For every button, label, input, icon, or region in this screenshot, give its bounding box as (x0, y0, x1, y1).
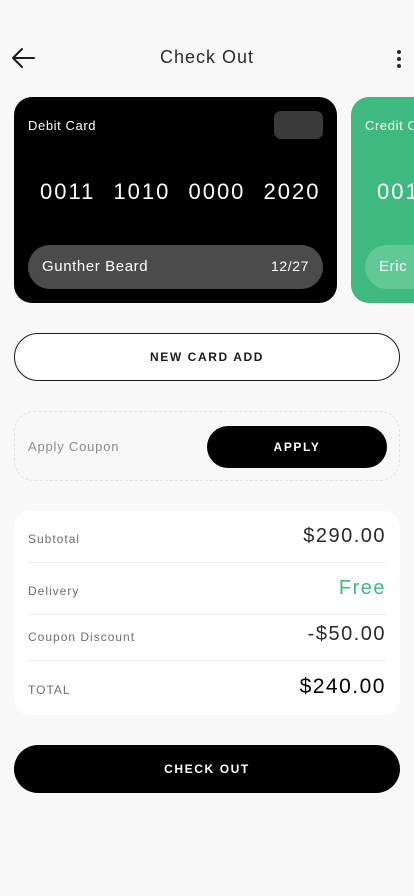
coupon-discount-value: -$50.00 (307, 623, 386, 645)
coupon-input[interactable] (28, 436, 198, 456)
card-number: 0011 1010 0000 2020 (40, 179, 321, 204)
divider (28, 660, 386, 661)
coupon-discount-row: Coupon Discount -$50.00 (28, 623, 386, 650)
delivery-label: Delivery (28, 584, 80, 598)
coupon-discount-label: Coupon Discount (28, 630, 136, 644)
new-card-add-button[interactable]: NEW CARD ADD (14, 333, 400, 381)
order-summary: Subtotal $290.00 Delivery Free Coupon Di… (14, 511, 400, 715)
card-number: 0011 (377, 179, 414, 204)
coupon-section: APPLY (14, 411, 400, 481)
payment-card-carousel[interactable]: Debit Card 0011 1010 0000 2020 Gunther B… (0, 97, 414, 303)
total-row: TOTAL $240.00 (28, 675, 386, 703)
card-holder-bar: Eric (365, 245, 414, 289)
more-vertical-icon[interactable] (390, 46, 408, 72)
card-type-label: Debit Card (28, 118, 97, 133)
subtotal-row: Subtotal $290.00 (28, 525, 386, 552)
card-chip-icon (274, 111, 323, 139)
delivery-row: Delivery Free (28, 577, 386, 604)
total-label: TOTAL (28, 683, 71, 697)
checkout-button[interactable]: CHECK OUT (14, 745, 400, 793)
card-type-label: Credit Card (365, 118, 414, 133)
card-holder-name: Eric (379, 258, 408, 275)
divider (28, 614, 386, 615)
debit-card[interactable]: Debit Card 0011 1010 0000 2020 Gunther B… (14, 97, 337, 303)
card-holder-name: Gunther Beard (42, 258, 149, 275)
delivery-value: Free (338, 577, 386, 599)
credit-card[interactable]: Credit Card 0011 Eric (351, 97, 414, 303)
apply-coupon-button[interactable]: APPLY (207, 426, 387, 468)
total-value: $240.00 (299, 675, 386, 698)
card-holder-bar: Gunther Beard 12/27 (28, 245, 323, 289)
subtotal-value: $290.00 (303, 525, 386, 547)
divider (28, 562, 386, 563)
subtotal-label: Subtotal (28, 532, 81, 546)
page-title: Check Out (159, 47, 255, 67)
card-expiry: 12/27 (270, 258, 309, 274)
